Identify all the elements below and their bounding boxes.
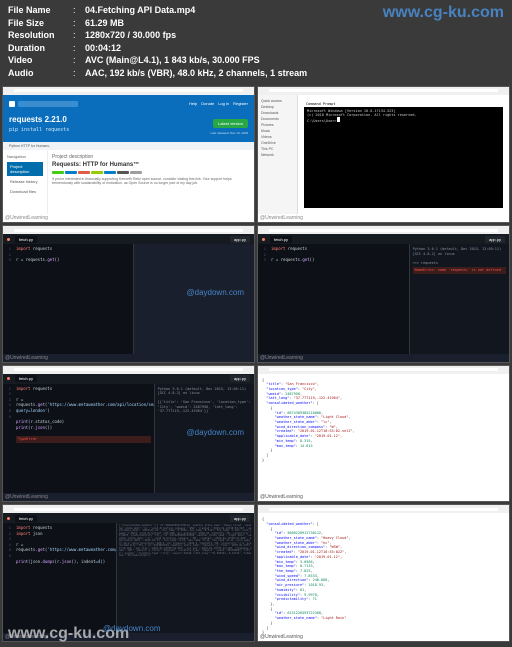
output-warn: TypeError xyxy=(16,436,151,443)
output-pane: Python 3.6.1 (default, Dec 2015, 13:05:1… xyxy=(409,244,509,354)
line-gutter: 123 xyxy=(3,244,13,354)
tab-fetch[interactable]: fetch.py xyxy=(15,375,37,382)
out-line: >>> requests xyxy=(413,261,506,266)
repl-icon xyxy=(7,238,10,241)
resolution-value: 1280x720 / 30.000 fps xyxy=(85,29,176,42)
tab-fetch[interactable]: fetch.py xyxy=(15,515,37,522)
browser-chrome xyxy=(3,366,254,374)
thumb-footer: @UnwiredLearning xyxy=(5,215,48,221)
filesize-value: 61.29 MB xyxy=(85,17,124,30)
browser-chrome xyxy=(258,366,509,374)
url-bar[interactable] xyxy=(14,89,243,92)
repl-icon xyxy=(262,238,265,241)
watermark-top: www.cg-ku.com xyxy=(383,4,504,22)
explorer-sidebar: Quick access Desktop Downloads Documents… xyxy=(258,95,298,215)
tab-app[interactable]: app.py xyxy=(485,236,505,243)
terminal-title: Command Prompt xyxy=(304,101,503,107)
explorer-chrome xyxy=(258,87,509,95)
thumb-2-terminal[interactable]: Quick access Desktop Downloads Documents… xyxy=(257,86,510,224)
output-pane xyxy=(133,244,254,354)
thumb-6-json[interactable]: { "title": "San Francisco", "location_ty… xyxy=(257,365,510,503)
nav-register[interactable]: Register xyxy=(233,101,248,106)
thumb-footer: @UnwiredLearning xyxy=(260,355,303,361)
tab-app[interactable]: app.py xyxy=(230,236,250,243)
video-value: AVC (Main@L4.1), 1 843 kb/s, 30.000 FPS xyxy=(85,54,260,67)
code-editor[interactable]: import requests import json r = requests… xyxy=(13,523,116,633)
repl-icon xyxy=(7,517,10,520)
thumb-footer: @UnwiredLearning xyxy=(5,494,48,500)
footer-tag: Python HTTP for Humans. xyxy=(3,142,254,150)
line-gutter: 123 xyxy=(258,244,268,354)
tab-app[interactable]: app.py xyxy=(230,515,250,522)
project-heading: Requests: HTTP for Humans™ xyxy=(52,162,250,168)
browser-chrome xyxy=(258,505,509,513)
line-gutter: 123456 xyxy=(3,384,13,494)
filesize-label: File Size xyxy=(8,17,73,30)
browser-chrome xyxy=(258,226,509,234)
search-input[interactable] xyxy=(18,101,78,107)
desc-header: Project description xyxy=(52,154,250,160)
browser-chrome xyxy=(3,226,254,234)
audio-label: Audio xyxy=(8,67,73,80)
filename-label: File Name xyxy=(8,4,73,17)
nav-download[interactable]: Download files xyxy=(7,187,43,196)
resolution-label: Resolution xyxy=(8,29,73,42)
code-editor[interactable]: import requests r = requests.get('https:… xyxy=(13,384,154,494)
watermark-bottom: www.cg-ku.com xyxy=(8,625,129,643)
browser-chrome xyxy=(3,87,254,95)
line-gutter: 123456 xyxy=(3,523,13,633)
out-line: [{'title': 'San Francisco', 'location_ty… xyxy=(158,400,251,414)
duration-value: 00:04:12 xyxy=(85,42,121,55)
badges xyxy=(52,171,250,174)
thumb-1-pypi[interactable]: Help Donate Log in Register requests 2.2… xyxy=(2,86,255,224)
audio-value: AAC, 192 kb/s (VBR), 48.0 kHz, 2 channel… xyxy=(85,67,307,80)
thumb-3-editor[interactable]: fetch.py app.py 123 import requests r = … xyxy=(2,225,255,363)
tab-app[interactable]: app.py xyxy=(230,375,250,382)
repl-icon xyxy=(7,377,10,380)
browser-chrome xyxy=(3,505,254,513)
thumb-footer: @UnwiredLearning xyxy=(260,215,303,221)
output-pane: {'consolidated_weather':[{'id':566822091… xyxy=(116,523,254,633)
thumb-footer: @UnwiredLearning xyxy=(260,494,303,500)
thumb-footer: @UnwiredLearning xyxy=(5,355,48,361)
error-line: NameError: name 'requests' is not define… xyxy=(413,267,506,274)
pypi-logo-icon xyxy=(9,101,15,107)
nav-description[interactable]: Project description xyxy=(7,162,43,176)
thumbnail-grid: Help Donate Log in Register requests 2.2… xyxy=(0,84,512,644)
out-line: Python 3.6.1 (default, Dec 2015, 13:05:1… xyxy=(413,247,506,252)
nav-login[interactable]: Log in xyxy=(218,101,229,106)
term-line: C:\Users\User> xyxy=(307,119,337,123)
thumb-4-editor-error[interactable]: fetch.py app.py 123 import requests r = … xyxy=(257,225,510,363)
thumb-8-json-pretty[interactable]: { "consolidated_weather": [ { "id": 5668… xyxy=(257,504,510,642)
tab-fetch[interactable]: fetch.py xyxy=(15,236,37,243)
thumb-7-editor-dense[interactable]: fetch.py app.py 123456 import requests i… xyxy=(2,504,255,642)
json-output: { "title": "San Francisco", "location_ty… xyxy=(258,374,509,467)
cursor-icon xyxy=(337,117,340,122)
sidebar-nav: Navigation Project description Release h… xyxy=(3,150,48,214)
thumb-5-editor-url[interactable]: fetch.py app.py 123456 import requests r… xyxy=(2,365,255,503)
code-editor[interactable]: import requests r = requests.get() xyxy=(268,244,409,354)
sb-item[interactable]: Network xyxy=(261,152,294,158)
tab-fetch[interactable]: fetch.py xyxy=(270,236,292,243)
code-editor[interactable]: import requests r = requests.get() xyxy=(13,244,133,354)
video-label: Video xyxy=(8,54,73,67)
output-pane: Python 3.6.1 (default, Dec 2015, 13:05:1… xyxy=(154,384,254,494)
filename-value: 04.Fetching API Data.mp4 xyxy=(85,4,195,17)
nav-history[interactable]: Release history xyxy=(7,177,43,186)
command-prompt[interactable]: Command Prompt Microsoft Windows [Versio… xyxy=(304,101,503,209)
release-date: Last released: Dec 10, 2018 xyxy=(210,131,248,135)
pypi-hero: Help Donate Log in Register requests 2.2… xyxy=(3,95,254,142)
nav-donate[interactable]: Donate xyxy=(201,101,214,106)
json-output: { "consolidated_weather": [ { "id": 5668… xyxy=(258,513,509,639)
nav-help[interactable]: Help xyxy=(189,101,197,106)
thumb-footer: @UnwiredLearning xyxy=(260,634,303,640)
latest-version-button[interactable]: Latest version xyxy=(213,119,248,128)
nav-header: Navigation xyxy=(7,154,43,159)
project-description: If you're interested in financially supp… xyxy=(52,177,250,186)
duration-label: Duration xyxy=(8,42,73,55)
